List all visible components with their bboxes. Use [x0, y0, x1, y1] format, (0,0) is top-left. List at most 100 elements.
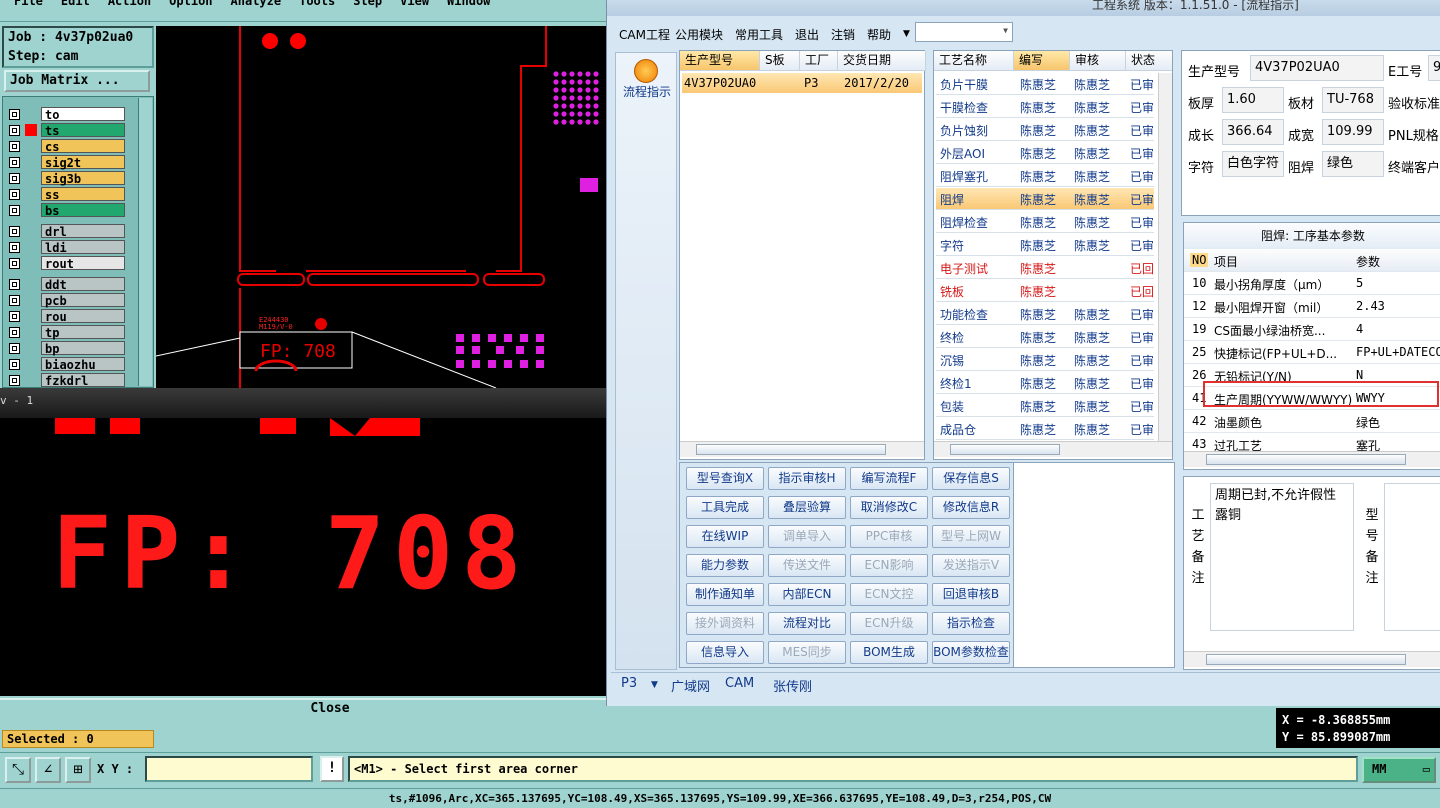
field-width[interactable]: 109.99: [1322, 119, 1384, 145]
layer-row[interactable]: biaozhu: [7, 357, 131, 372]
layer-name[interactable]: rout: [41, 256, 125, 271]
layer-name[interactable]: pcb: [41, 293, 125, 308]
action-button[interactable]: 指示审核H: [768, 467, 846, 490]
field-character[interactable]: 白色字符: [1222, 151, 1284, 177]
action-button[interactable]: 调单导入: [768, 525, 846, 548]
action-button[interactable]: 型号查询X: [686, 467, 764, 490]
cam-menu-item[interactable]: View: [400, 0, 429, 8]
menu-common-module[interactable]: 公用模块: [675, 26, 723, 43]
menu-logout[interactable]: 注销: [831, 26, 855, 43]
action-button[interactable]: 编写流程F: [850, 467, 928, 490]
layer-checkbox[interactable]: [9, 157, 20, 168]
param-row[interactable]: 10 最小拐角厚度（μm） 5: [1184, 272, 1440, 295]
layer-checkbox[interactable]: [9, 258, 20, 269]
layer-checkbox[interactable]: [9, 189, 20, 200]
grid-snap-icon[interactable]: ⊞: [65, 757, 91, 783]
col-writer[interactable]: 编写: [1014, 51, 1070, 71]
layer-name[interactable]: bp: [41, 341, 125, 356]
col-delivery-date[interactable]: 交货日期: [838, 51, 926, 71]
layer-row[interactable]: ddt: [7, 277, 131, 292]
layer-checkbox[interactable]: [9, 205, 20, 216]
part-table-hscroll[interactable]: [680, 441, 924, 457]
action-button[interactable]: 回退审核B: [932, 583, 1010, 606]
layer-name[interactable]: ddt: [41, 277, 125, 292]
process-table-vscroll[interactable]: [1158, 73, 1172, 441]
close-button[interactable]: Close: [0, 698, 660, 718]
col-status[interactable]: 状态: [1126, 51, 1172, 71]
action-button[interactable]: 接外调资料: [686, 612, 764, 635]
action-button[interactable]: 发送指示V: [932, 554, 1010, 577]
layer-row[interactable]: bp: [7, 341, 131, 356]
action-button[interactable]: 取消修改C: [850, 496, 928, 519]
table-row[interactable]: 终检 陈惠芝 陈惠芝 已审: [936, 326, 1154, 348]
param-row[interactable]: 42 油墨颜色 绿色: [1184, 410, 1440, 433]
action-button[interactable]: 指示检查: [932, 612, 1010, 635]
table-row[interactable]: 阻焊 陈惠芝 陈惠芝 已审: [936, 188, 1154, 210]
toolbar-dropdown[interactable]: ▼: [915, 22, 1013, 42]
layer-checkbox[interactable]: [9, 311, 20, 322]
layer-name[interactable]: to: [41, 107, 125, 122]
table-row[interactable]: 成品仓 陈惠芝 陈惠芝 已审: [936, 418, 1154, 440]
action-button[interactable]: 保存信息S: [932, 467, 1010, 490]
layer-name[interactable]: sig2t: [41, 155, 125, 170]
layer-row[interactable]: fzkdrl: [7, 373, 131, 387]
col-model[interactable]: 生产型号: [680, 51, 760, 71]
layer-row[interactable]: sig2t: [7, 155, 131, 170]
measure-icon[interactable]: ∠: [35, 757, 61, 783]
field-model[interactable]: 4V37P02UA0: [1250, 55, 1384, 81]
layer-row[interactable]: bs: [7, 203, 131, 218]
table-row[interactable]: 负片蚀刻 陈惠芝 陈惠芝 已审: [936, 119, 1154, 141]
table-row[interactable]: 包装 陈惠芝 陈惠芝 已审: [936, 395, 1154, 417]
layer-checkbox[interactable]: [9, 141, 20, 152]
table-row[interactable]: 4V37P02UA0 P3 2017/2/20: [682, 73, 922, 93]
field-material[interactable]: TU-768: [1322, 87, 1384, 113]
action-button[interactable]: 叠层验算: [768, 496, 846, 519]
cam-menu-item[interactable]: Edit: [61, 0, 90, 8]
layer-list-scrollbar[interactable]: [138, 98, 152, 386]
cam-menu-item[interactable]: Tools: [299, 0, 335, 8]
layer-name[interactable]: sig3b: [41, 171, 125, 186]
action-button[interactable]: MES同步: [768, 641, 846, 664]
cam-menu-item[interactable]: Step: [353, 0, 382, 8]
action-button[interactable]: BOM生成: [850, 641, 928, 664]
tab-user[interactable]: 张传刚: [773, 676, 812, 695]
chevron-down-icon[interactable]: ▼: [903, 29, 910, 39]
action-button[interactable]: 能力参数: [686, 554, 764, 577]
layer-name[interactable]: biaozhu: [41, 357, 125, 372]
factory-select[interactable]: P3: [621, 676, 637, 691]
cam-menu-item[interactable]: Window: [447, 0, 490, 8]
param-row[interactable]: 25 快捷标记(FP+UL+D... FP+UL+DATECODE: [1184, 341, 1440, 364]
tab-wan[interactable]: 广域网: [671, 676, 710, 695]
col-auditor[interactable]: 审核: [1070, 51, 1126, 71]
col-process-name[interactable]: 工艺名称: [934, 51, 1014, 71]
action-button[interactable]: 信息导入: [686, 641, 764, 664]
action-button[interactable]: 传送文件: [768, 554, 846, 577]
layer-checkbox[interactable]: [9, 125, 20, 136]
layer-checkbox[interactable]: [9, 375, 20, 386]
action-button[interactable]: 内部ECN: [768, 583, 846, 606]
process-table-hscroll[interactable]: [934, 441, 1172, 457]
layer-row[interactable]: tp: [7, 325, 131, 340]
action-button[interactable]: 制作通知单: [686, 583, 764, 606]
col-param[interactable]: 参数: [1356, 253, 1380, 270]
notes-hscroll[interactable]: [1184, 651, 1440, 667]
param-hscroll[interactable]: [1184, 451, 1440, 467]
action-button[interactable]: 工具完成: [686, 496, 764, 519]
layer-name[interactable]: rou: [41, 309, 125, 324]
craft-note-text[interactable]: 周期已封,不允许假性露铜: [1210, 483, 1354, 631]
table-row[interactable]: 阻焊塞孔 陈惠芝 陈惠芝 已审: [936, 165, 1154, 187]
menu-help[interactable]: 帮助: [867, 26, 891, 43]
model-note-text[interactable]: [1384, 483, 1440, 631]
layer-row[interactable]: drl: [7, 224, 131, 239]
layer-row[interactable]: rou: [7, 309, 131, 324]
action-button[interactable]: ECN升级: [850, 612, 928, 635]
field-e-number[interactable]: 9: [1428, 55, 1440, 81]
action-button[interactable]: ECN文控: [850, 583, 928, 606]
field-thickness[interactable]: 1.60: [1222, 87, 1284, 113]
table-row[interactable]: 铣板 陈惠芝 已回: [936, 280, 1154, 302]
layer-name[interactable]: ldi: [41, 240, 125, 255]
layer-name[interactable]: ts: [41, 123, 125, 138]
menu-cam[interactable]: CAM工程: [619, 26, 670, 43]
table-row[interactable]: 字符 陈惠芝 陈惠芝 已审: [936, 234, 1154, 256]
cam-zoom-canvas[interactable]: FP: 708: [0, 418, 606, 696]
